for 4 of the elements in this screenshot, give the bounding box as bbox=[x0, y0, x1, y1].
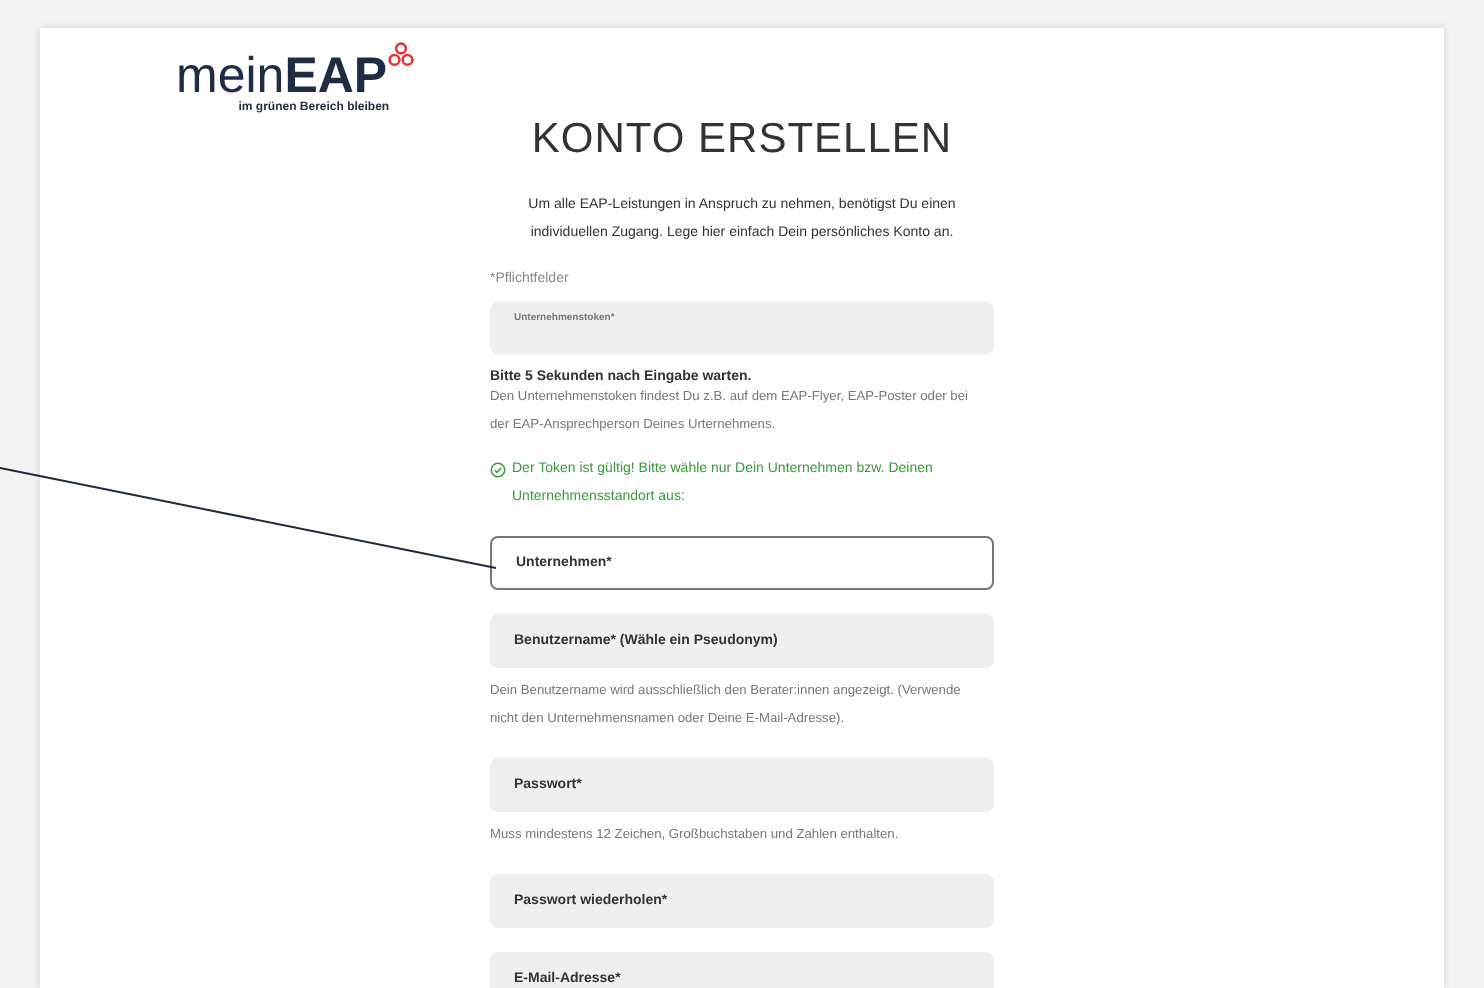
logo-wordmark: meinEAP bbox=[176, 52, 388, 102]
page-title: KONTO ERSTELLEN bbox=[531, 116, 953, 164]
check-circle-icon bbox=[490, 462, 506, 478]
rings-icon bbox=[387, 42, 414, 68]
